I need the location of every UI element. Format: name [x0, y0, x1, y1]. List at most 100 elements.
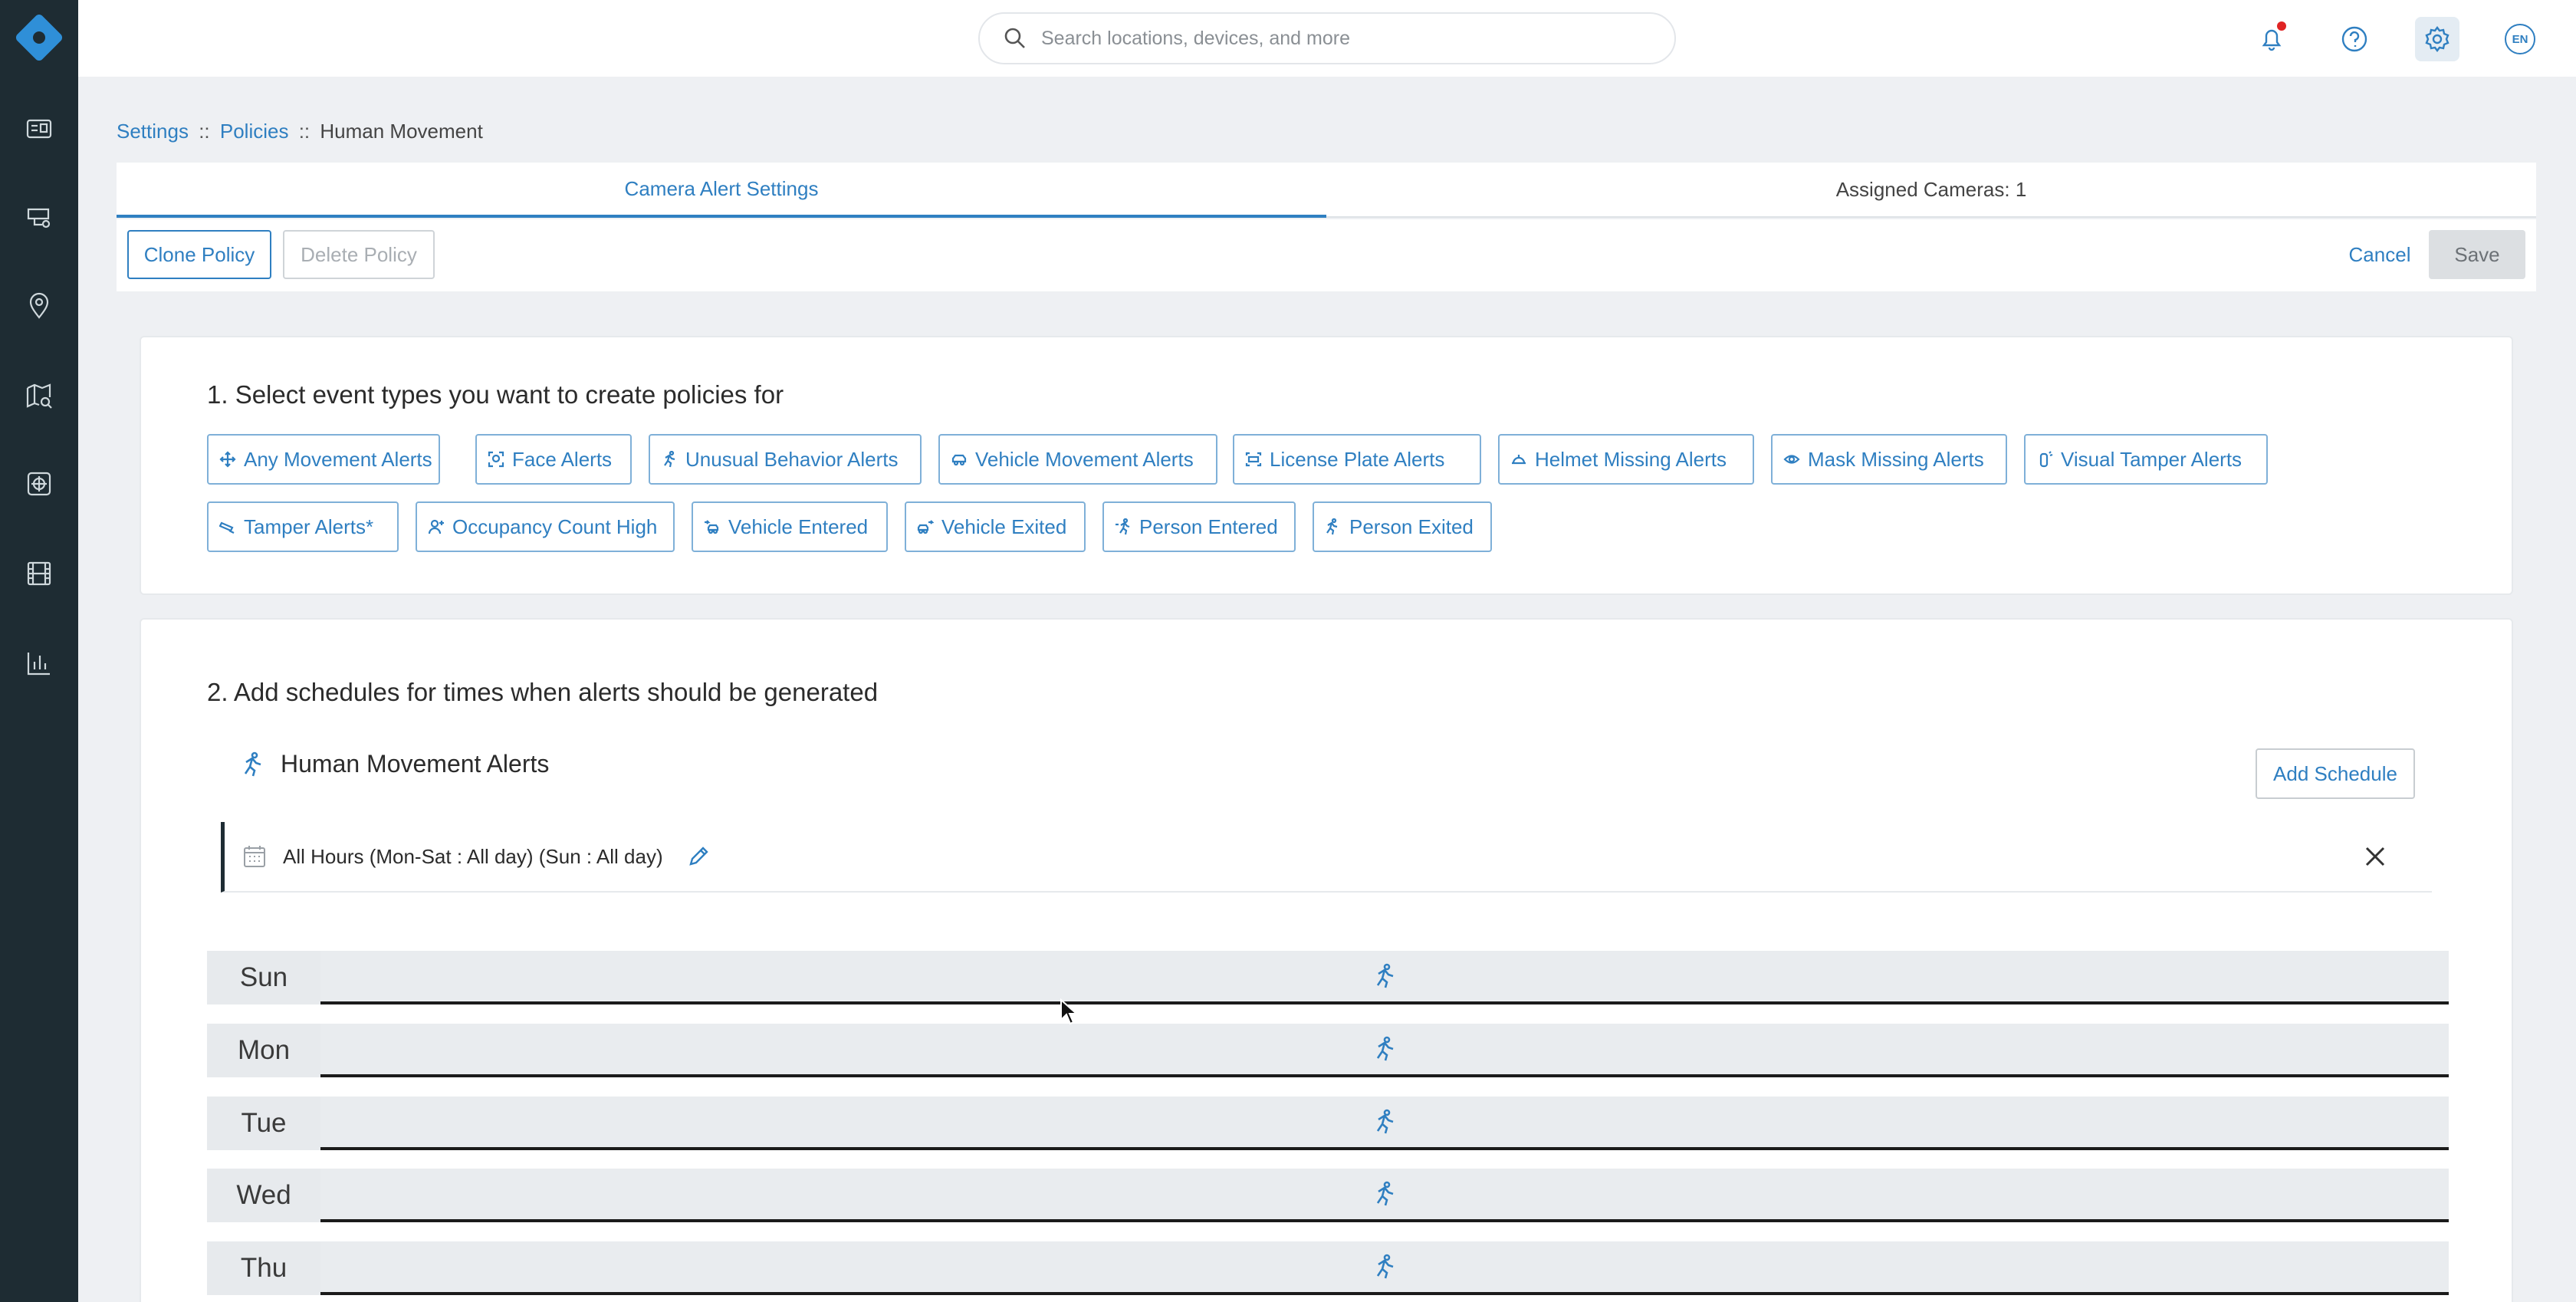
car-icon	[951, 454, 967, 466]
search-icon	[1004, 28, 1025, 48]
chip-unusual-behavior-alerts[interactable]: Unusual Behavior Alerts	[649, 434, 922, 485]
schedule-group-header: Human Movement Alerts	[239, 750, 549, 778]
schedule-group-title: Human Movement Alerts	[281, 750, 550, 778]
close-icon[interactable]	[2361, 843, 2389, 870]
chip-label: Vehicle Exited	[941, 515, 1067, 538]
breadcrumb-policies[interactable]: Policies	[220, 120, 289, 143]
action-bar: Clone Policy Delete Policy Cancel Save	[117, 219, 2536, 291]
chip-label: Helmet Missing Alerts	[1535, 447, 1727, 471]
running-icon	[1376, 1109, 1394, 1134]
day-label: Tue	[207, 1097, 320, 1150]
tab-bar: Camera Alert Settings Assigned Cameras: …	[117, 163, 2536, 218]
sidebar	[0, 0, 78, 1302]
breadcrumb-separator: ::	[298, 120, 310, 143]
chip-label: Vehicle Movement Alerts	[975, 447, 1194, 471]
eye-icon	[1783, 455, 1800, 464]
running-icon	[1376, 1181, 1394, 1206]
car-enter-icon	[705, 520, 719, 534]
delete-policy-button[interactable]: Delete Policy	[283, 230, 435, 279]
running-icon	[1376, 1036, 1394, 1061]
day-row-tue: Tue	[207, 1097, 2449, 1150]
language-button[interactable]: EN	[2498, 17, 2542, 61]
chip-tamper-alerts[interactable]: Tamper Alerts*	[207, 501, 399, 552]
film-icon[interactable]	[20, 554, 58, 593]
schedule-item: All Hours (Mon-Sat : All day) (Sun : All…	[221, 822, 2432, 893]
tab-assigned-cameras[interactable]: Assigned Cameras: 1	[1326, 163, 2536, 218]
chip-helmet-missing-alerts[interactable]: Helmet Missing Alerts	[1498, 434, 1754, 485]
policy-icon[interactable]	[20, 465, 58, 503]
day-schedule-bar[interactable]	[320, 1241, 2449, 1295]
breadcrumb-settings[interactable]: Settings	[117, 120, 189, 143]
top-bar: EN	[78, 0, 2576, 77]
day-row-sun: Sun	[207, 951, 2449, 1004]
location-pin-icon[interactable]	[20, 287, 58, 325]
add-schedule-button[interactable]: Add Schedule	[2256, 748, 2415, 799]
calendar-icon	[242, 843, 268, 870]
chip-any-movement-alerts[interactable]: Any Movement Alerts	[207, 434, 440, 485]
helmet-icon	[1512, 455, 1526, 465]
face-icon	[488, 451, 504, 468]
chip-label: Tamper Alerts*	[244, 515, 374, 538]
tamper-icon	[2039, 451, 2053, 468]
chip-label: Person Entered	[1139, 515, 1278, 538]
camera-icon[interactable]	[20, 198, 58, 236]
settings-button[interactable]	[2415, 17, 2459, 61]
help-button[interactable]	[2332, 17, 2377, 61]
app-logo[interactable]	[14, 12, 64, 63]
chip-label: Visual Tamper Alerts	[2061, 447, 2242, 471]
chip-person-exited[interactable]: Person Exited	[1313, 501, 1492, 552]
language-badge: EN	[2505, 24, 2535, 54]
notification-dot	[2277, 21, 2286, 31]
person-exit-icon	[1326, 518, 1338, 535]
chip-label: License Plate Alerts	[1270, 447, 1445, 471]
running-icon	[244, 751, 261, 776]
day-row-thu: Thu	[207, 1241, 2449, 1295]
chip-person-entered[interactable]: Person Entered	[1102, 501, 1296, 552]
schedules-card: 2. Add schedules for times when alerts s…	[140, 618, 2513, 1302]
chip-vehicle-entered[interactable]: Vehicle Entered	[692, 501, 888, 552]
bar-chart-icon[interactable]	[20, 644, 58, 682]
pencil-icon[interactable]	[686, 844, 711, 869]
running-icon	[1376, 963, 1394, 988]
day-label: Mon	[207, 1024, 320, 1077]
search-input[interactable]	[1041, 27, 1639, 50]
running-icon	[664, 451, 675, 468]
chip-vehicle-movement-alerts[interactable]: Vehicle Movement Alerts	[938, 434, 1217, 485]
day-row-mon: Mon	[207, 1024, 2449, 1077]
chip-vehicle-exited[interactable]: Vehicle Exited	[905, 501, 1086, 552]
day-label: Thu	[207, 1241, 320, 1295]
breadcrumb-current: Human Movement	[320, 120, 483, 143]
notifications-button[interactable]	[2249, 17, 2294, 61]
day-schedule-bar[interactable]	[320, 1024, 2449, 1077]
person-enter-icon	[1116, 518, 1130, 535]
search-box[interactable]	[978, 12, 1676, 64]
dashboard-icon[interactable]	[20, 110, 58, 148]
car-exit-icon	[917, 520, 934, 534]
gear-icon	[2425, 26, 2450, 52]
tab-camera-alert-settings[interactable]: Camera Alert Settings	[117, 163, 1326, 218]
help-icon	[2341, 26, 2367, 52]
cancel-button[interactable]: Cancel	[2337, 230, 2423, 279]
event-types-card: 1. Select event types you want to create…	[140, 336, 2513, 595]
chip-visual-tamper-alerts[interactable]: Visual Tamper Alerts	[2024, 434, 2268, 485]
chip-license-plate-alerts[interactable]: License Plate Alerts	[1233, 434, 1481, 485]
day-label: Wed	[207, 1169, 320, 1222]
chip-occupancy-count-high[interactable]: Occupancy Count High	[416, 501, 675, 552]
day-label: Sun	[207, 951, 320, 1004]
plate-icon	[1245, 452, 1262, 467]
map-search-icon[interactable]	[20, 376, 58, 415]
mouse-cursor-icon	[1060, 998, 1078, 1025]
save-button[interactable]: Save	[2429, 230, 2525, 279]
clone-policy-button[interactable]: Clone Policy	[127, 230, 271, 279]
chip-mask-missing-alerts[interactable]: Mask Missing Alerts	[1771, 434, 2007, 485]
chip-face-alerts[interactable]: Face Alerts	[475, 434, 632, 485]
day-row-wed: Wed	[207, 1169, 2449, 1222]
schedule-label: All Hours (Mon-Sat : All day) (Sun : All…	[283, 844, 663, 868]
tamper-icon	[219, 521, 235, 534]
day-schedule-bar[interactable]	[320, 1169, 2449, 1222]
day-schedule-bar[interactable]	[320, 951, 2449, 1004]
day-schedule-bar[interactable]	[320, 1097, 2449, 1150]
chip-label: Occupancy Count High	[452, 515, 658, 538]
chip-label: Mask Missing Alerts	[1808, 447, 1984, 471]
chip-label: Unusual Behavior Alerts	[685, 447, 899, 471]
